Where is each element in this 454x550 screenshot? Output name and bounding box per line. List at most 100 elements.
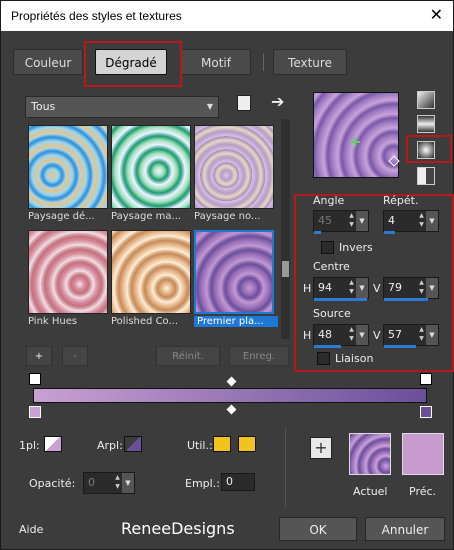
opacity-input[interactable]: 0 ▲ ▼ ▼ [83,472,135,494]
tab-texture[interactable]: Texture [273,49,347,75]
remove-button[interactable]: - [62,346,88,366]
gradient-radial-icon[interactable] [417,167,435,185]
center-v-input[interactable]: 79 ▲ ▼ ▼ [383,277,439,301]
stop-background-top-icon[interactable] [420,373,432,385]
arrow-right-icon[interactable]: ➔ [271,92,284,111]
link-label: Liaison [335,352,374,365]
add-swatch-button[interactable]: + [310,437,332,459]
gradient-preview [111,125,191,209]
opacity-label: Opacité: [29,477,76,490]
center-h-input[interactable]: 94 ▲ ▼ ▼ [313,277,369,301]
thumbnail-label: Paysage ma... [111,211,182,222]
use-label: Util.: [187,439,213,452]
repeat-input[interactable]: 4 ▲ ▼ ▼ [383,210,439,234]
location-input[interactable]: 0 [221,473,255,491]
invert-checkbox[interactable] [321,241,334,254]
location-label: Empl.: [185,477,220,490]
angle-input[interactable]: 45 ▲ ▼ ▼ [313,210,369,234]
repeat-label: Répét. [383,194,419,207]
tab-motif[interactable]: Motif [181,49,251,75]
close-icon[interactable]: ✕ [430,5,443,25]
brand-text: ReneeDesigns [121,519,235,538]
chevron-down-icon[interactable]: ▼ [122,473,134,493]
foreground-swatch[interactable] [44,436,62,452]
chevron-down-icon[interactable]: ▼ [356,325,368,345]
stepper-icon[interactable]: ▲ ▼ [417,211,426,231]
reset-button[interactable]: Réinit. [156,346,220,366]
stop-background-bottom-icon[interactable] [420,406,432,418]
background-label: Arpl: [97,439,123,452]
current-gradient-swatch[interactable] [349,433,391,475]
source-marker[interactable] [388,155,400,167]
scroll-knob[interactable] [282,261,289,277]
stepper-icon[interactable]: ▲ ▼ [417,325,426,345]
thumbnail-label: Paysage no... [194,211,261,222]
divider [285,427,286,507]
stepper-icon[interactable]: ▲ ▼ [417,278,426,298]
previous-label: Préc. [409,485,437,498]
center-v-fill-bar [384,298,428,301]
gradient-linear-icon[interactable] [417,91,435,109]
thumbnail-scrollbar[interactable] [281,119,290,339]
stepper-icon[interactable]: ▲ ▼ [347,278,356,298]
gradient-preview [194,125,274,209]
list-view-icon[interactable] [237,95,251,111]
source-h-fill-bar [314,345,341,348]
gradient-preview-large[interactable] [313,92,400,178]
gradient-preview [194,230,274,314]
source-v-label: V [373,329,381,342]
ok-button[interactable]: OK [279,517,357,541]
repeat-value: 4 [388,214,395,227]
use-color-swatch[interactable] [213,436,231,452]
save-button[interactable]: Enreg. [229,346,289,366]
stepper-icon[interactable]: ▲ ▼ [347,211,356,231]
center-h-value: 94 [318,281,332,294]
thumbnail[interactable]: Polished Co... [111,230,191,327]
source-h-input[interactable]: 48 ▲ ▼ ▼ [313,324,369,348]
chevron-down-icon[interactable]: ▼ [356,278,368,298]
tab-couleur[interactable]: Couleur [13,49,83,75]
thumbnail[interactable]: Paysage dé... [28,125,108,222]
midpoint-top-handle[interactable] [226,376,237,387]
foreground-label: 1pl: [19,439,40,452]
add-button[interactable]: + [26,346,52,366]
chevron-down-icon[interactable]: ▼ [426,325,438,345]
thumbnail[interactable]: Pink Hues [28,230,108,327]
chevron-down-icon[interactable]: ▼ [426,211,438,231]
center-label: Centre [313,260,350,273]
thumbnail-label: Paysage dé... [28,211,95,222]
source-h-value: 48 [318,328,332,341]
source-v-input[interactable]: 57 ▲ ▼ ▼ [383,324,439,348]
source-h-label: H [303,329,312,342]
styles-textures-dialog: Propriétés des styles et textures ✕ Coul… [0,0,454,550]
location-value: 0 [226,475,233,488]
repeat-fill-bar [384,231,395,234]
center-v-value: 79 [388,281,402,294]
stop-foreground-bottom-icon[interactable] [29,406,41,418]
chevron-down-icon[interactable]: ▼ [426,278,438,298]
angle-fill-bar [314,231,321,234]
stop-foreground-top-icon[interactable] [29,373,41,385]
background-swatch[interactable] [124,436,142,452]
previous-color-swatch[interactable] [402,433,444,475]
stepper-icon[interactable]: ▲ ▼ [113,473,122,493]
window-title: Propriétés des styles et textures [11,9,182,23]
highlight-tab [84,41,182,87]
category-select[interactable]: Tous ▼ [25,96,219,118]
gradient-bar[interactable] [33,388,427,403]
link-checkbox[interactable] [317,352,330,365]
tab-separator [263,53,264,71]
thumbnail-label: Pink Hues [28,316,78,327]
gradient-rectangular-icon[interactable] [417,115,435,133]
use-color-swatch-2[interactable] [238,436,256,452]
thumbnail[interactable]: Paysage ma... [111,125,191,222]
chevron-down-icon: ▼ [206,102,214,111]
thumbnail-selected[interactable]: Premier pla... [194,230,278,327]
cancel-button[interactable]: Annuler [365,517,445,541]
help-link[interactable]: Aide [19,523,43,536]
thumbnail[interactable]: Paysage no... [194,125,274,222]
stepper-icon[interactable]: ▲ ▼ [347,325,356,345]
center-h-label: H [303,282,312,295]
chevron-down-icon[interactable]: ▼ [356,211,368,231]
midpoint-bottom-handle[interactable] [226,404,237,415]
